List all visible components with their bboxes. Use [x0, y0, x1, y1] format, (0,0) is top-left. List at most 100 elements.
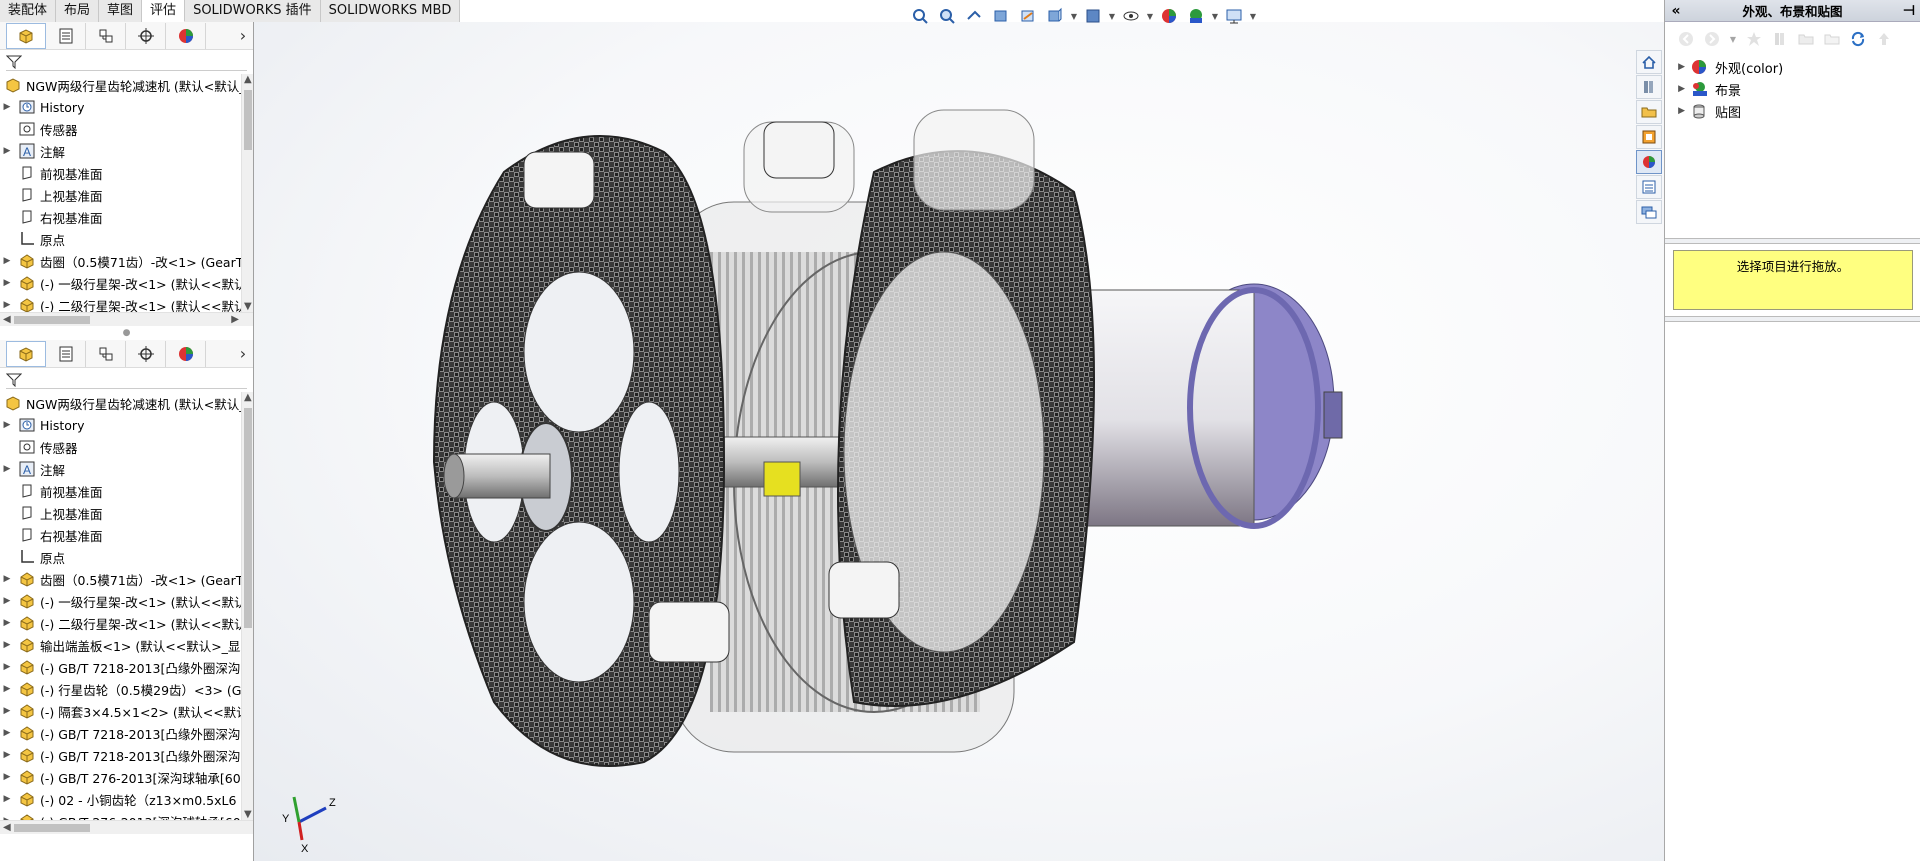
- expand-arrow-icon[interactable]: ▶: [0, 146, 14, 156]
- chevron-right-icon[interactable]: ›: [233, 26, 253, 45]
- back-arrow-icon[interactable]: [1677, 30, 1695, 48]
- hscroll-thumb[interactable]: [14, 316, 90, 324]
- dimxpertmanager-tab[interactable]: [126, 22, 166, 49]
- tab-evaluate[interactable]: 评估: [142, 0, 186, 22]
- expand-arrow-icon[interactable]: ▶: [0, 102, 14, 112]
- expand-arrow-icon[interactable]: ▶: [0, 256, 14, 266]
- zoom-area-icon[interactable]: [935, 5, 959, 27]
- view-palette-icon[interactable]: [1636, 125, 1662, 149]
- tree-item[interactable]: ▶ (-) 02 - 小铜齿轮（z13×m0.5xL6 -: [0, 788, 253, 810]
- view-settings-caret-icon[interactable]: ▼: [1249, 12, 1257, 21]
- panel-divider-lower[interactable]: [1665, 316, 1920, 322]
- new-folder-icon[interactable]: [1823, 30, 1841, 48]
- filter-input-top[interactable]: [6, 53, 247, 71]
- tree-top-hscrollbar[interactable]: ◀ ▶: [0, 312, 253, 326]
- graphics-area[interactable]: Z Y X: [254, 22, 1664, 861]
- expand-arrow-icon[interactable]: ▶: [0, 420, 14, 430]
- tree-item[interactable]: ▶ A 注解: [0, 458, 253, 480]
- hide-show-icon[interactable]: [1119, 5, 1143, 27]
- display-style-icon[interactable]: [1081, 5, 1105, 27]
- featuremanager-tab[interactable]: [6, 22, 46, 49]
- dropdown-icon[interactable]: ▼: [1729, 30, 1737, 48]
- expand-arrow-icon[interactable]: ▶: [0, 640, 14, 650]
- tab-solidworks-mbd[interactable]: SOLIDWORKS MBD: [320, 0, 461, 22]
- hscroll-thumb[interactable]: [14, 824, 90, 832]
- tree-root-bottom[interactable]: NGW两级行星齿轮减速机 (默认<默认_: [0, 392, 253, 414]
- front-carbon-plate[interactable]: [432, 135, 726, 767]
- model-render[interactable]: Z Y X: [254, 22, 1664, 861]
- chevron-right-icon[interactable]: ›: [233, 344, 253, 363]
- tree-item[interactable]: 上视基准面: [0, 502, 253, 524]
- solidworks-resources-icon[interactable]: [1636, 50, 1662, 74]
- apply-scene-caret-icon[interactable]: ▼: [1211, 12, 1219, 21]
- displaymanager-tab[interactable]: [166, 22, 206, 49]
- section-view-icon[interactable]: [989, 5, 1013, 27]
- previous-view-icon[interactable]: [962, 5, 986, 27]
- filter-input-bottom[interactable]: [6, 371, 247, 389]
- expand-arrow-icon[interactable]: ▶: [0, 618, 14, 628]
- tree-item[interactable]: ▶ 齿圈（0.5模71齿）-改<1> (GearTi: [0, 250, 253, 272]
- appearances-scenes-icon[interactable]: [1636, 150, 1662, 174]
- expand-arrow-icon[interactable]: ▶: [0, 750, 14, 760]
- tree-item[interactable]: 右视基准面: [0, 524, 253, 546]
- scroll-left-arrow-icon[interactable]: ◀: [3, 314, 11, 325]
- up-arrow-icon[interactable]: [1875, 30, 1893, 48]
- forum-icon[interactable]: [1636, 200, 1662, 224]
- tree-item[interactable]: ▶ (-) 一级行星架-改<1> (默认<<默认: [0, 590, 253, 612]
- configurationmanager-tab[interactable]: [86, 22, 126, 49]
- dynamic-annotation-icon[interactable]: [1016, 5, 1040, 27]
- tab-layout[interactable]: 布局: [56, 0, 100, 22]
- configurationmanager-tab[interactable]: [86, 340, 126, 367]
- expand-arrow-icon[interactable]: ▶: [0, 278, 14, 288]
- tree-item[interactable]: ▶(-) GB/T 276-2013[深沟球轴承[60(: [0, 810, 253, 820]
- tree-item-scene[interactable]: ▶ 布景: [1665, 78, 1920, 100]
- tree-top-scrollbar[interactable]: ▲ ▼: [241, 74, 253, 312]
- expand-arrow-icon[interactable]: ▶: [1665, 84, 1691, 94]
- view-settings-icon[interactable]: [1222, 5, 1246, 27]
- featuremanager-tab[interactable]: [6, 340, 46, 367]
- tree-root-top[interactable]: NGW两级行星齿轮减速机 (默认<默认_: [0, 74, 253, 96]
- add-file-location-icon[interactable]: [1797, 30, 1815, 48]
- expand-arrow-icon[interactable]: ▶: [0, 772, 14, 782]
- zoom-to-fit-icon[interactable]: [908, 5, 932, 27]
- view-orientation-caret-icon[interactable]: ▼: [1070, 12, 1078, 21]
- scroll-up-arrow-icon[interactable]: ▲: [244, 74, 252, 85]
- tree-item[interactable]: 右视基准面: [0, 206, 253, 228]
- expand-arrow-icon[interactable]: ▶: [0, 300, 14, 310]
- tree-item[interactable]: 前视基准面: [0, 162, 253, 184]
- library-icon[interactable]: [1771, 30, 1789, 48]
- expand-arrow-icon[interactable]: ▶: [0, 574, 14, 584]
- custom-properties-icon[interactable]: [1636, 175, 1662, 199]
- tree-bottom-hscrollbar[interactable]: ◀: [0, 820, 253, 834]
- collapse-left-icon[interactable]: «: [1665, 3, 1687, 19]
- tree-item[interactable]: 原点: [0, 546, 253, 568]
- propertymanager-tab[interactable]: [46, 22, 86, 49]
- tree-item[interactable]: ▶ History: [0, 96, 253, 118]
- design-library-icon[interactable]: [1636, 75, 1662, 99]
- displaymanager-tab[interactable]: [166, 340, 206, 367]
- tree-item[interactable]: ▶ 输出端盖板<1> (默认<<默认>_显示: [0, 634, 253, 656]
- tree-item[interactable]: ▶ 齿圈（0.5模71齿）-改<1> (GearTi: [0, 568, 253, 590]
- apply-scene-icon[interactable]: [1184, 5, 1208, 27]
- tree-item[interactable]: ▶ (-) 隔套3×4.5×1<2> (默认<<默认: [0, 700, 253, 722]
- scroll-left-arrow-icon[interactable]: ◀: [3, 822, 11, 833]
- tree-item[interactable]: ▶ (-) GB/T 7218-2013[凸缘外圈深沟: [0, 744, 253, 766]
- tree-item[interactable]: ▶ History: [0, 414, 253, 436]
- expand-arrow-icon[interactable]: ▶: [0, 662, 14, 672]
- tree-item[interactable]: ▶ (-) 二级行星架-改<1> (默认<<默认: [0, 612, 253, 634]
- refresh-icon[interactable]: [1849, 30, 1867, 48]
- scroll-thumb[interactable]: [244, 90, 252, 150]
- tab-assembly[interactable]: 装配体: [0, 0, 57, 22]
- expand-arrow-icon[interactable]: ▶: [0, 684, 14, 694]
- add-to-favorites-icon[interactable]: [1745, 30, 1763, 48]
- expand-arrow-icon[interactable]: ▶: [0, 464, 14, 474]
- scroll-down-arrow-icon[interactable]: ▼: [244, 301, 252, 312]
- scroll-right-arrow-icon[interactable]: ▶: [231, 314, 239, 325]
- expand-arrow-icon[interactable]: ▶: [0, 728, 14, 738]
- tree-item[interactable]: 前视基准面: [0, 480, 253, 502]
- tab-sketch[interactable]: 草图: [99, 0, 143, 22]
- tree-item[interactable]: ▶ (-) GB/T 7218-2013[凸缘外圈深沟: [0, 656, 253, 678]
- tree-item-decal[interactable]: ▶ 贴图: [1665, 100, 1920, 122]
- panel-divider[interactable]: [1665, 238, 1920, 244]
- view-orientation-icon[interactable]: [1043, 5, 1067, 27]
